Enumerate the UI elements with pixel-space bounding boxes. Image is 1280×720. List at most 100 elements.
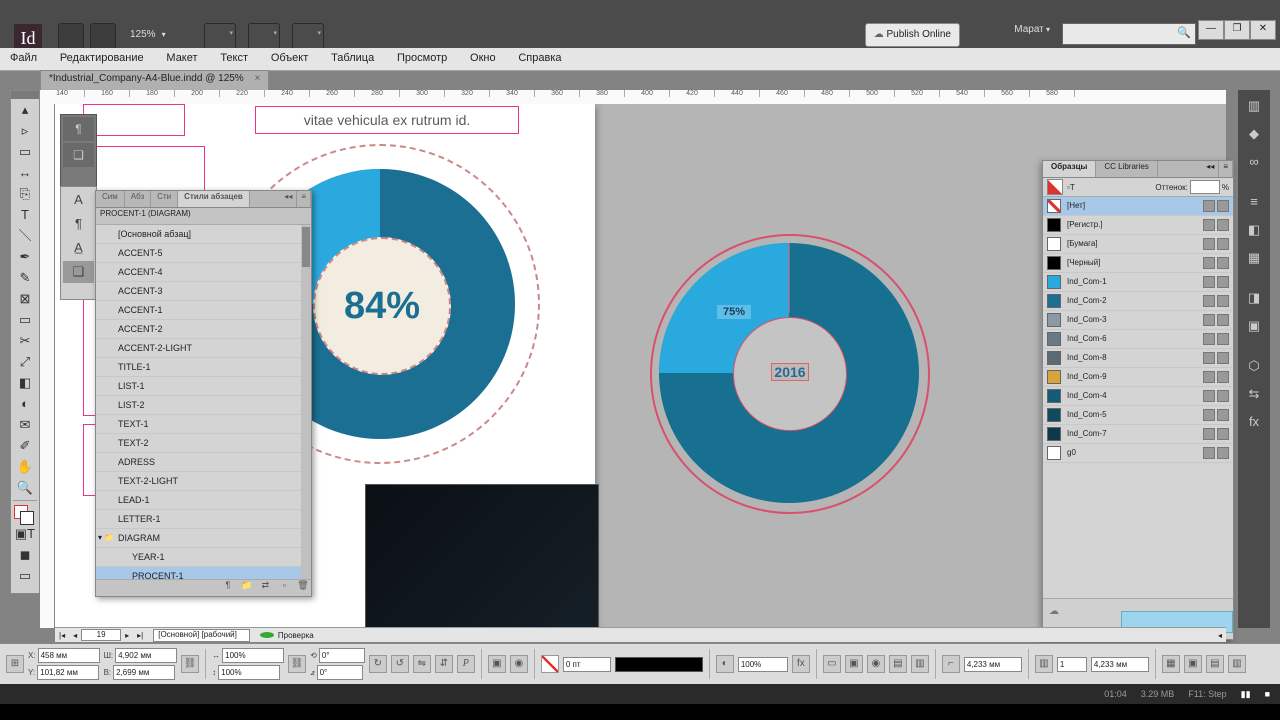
rotate-cw-icon[interactable]: ↻ — [369, 655, 387, 673]
style-row[interactable]: ACCENT-2-LIGHT — [96, 339, 311, 358]
ruler-vertical[interactable] — [40, 104, 55, 628]
color-panel-icon[interactable]: ◧ — [1240, 218, 1268, 242]
collapsed-panel-group-2[interactable]: A ¶ A̲ ❏ — [60, 186, 97, 300]
pages-panel-icon[interactable]: ▥ — [1240, 94, 1268, 118]
pen-tool[interactable]: ✒ — [12, 247, 38, 267]
pencil-tool[interactable]: ✎ — [12, 268, 38, 288]
style-row[interactable]: TEXT-2 — [96, 434, 311, 453]
menu-table[interactable]: Таблица — [321, 48, 384, 68]
content-collector-tool[interactable]: ⎘ — [12, 184, 38, 204]
align-panel-icon[interactable]: ⇆ — [1240, 382, 1268, 406]
stroke-style-dropdown[interactable] — [615, 657, 703, 672]
next-page-icon[interactable]: ▸ — [121, 631, 133, 640]
pause-icon[interactable]: ▮▮ — [1241, 689, 1251, 700]
new-style-icon[interactable]: ▫ — [276, 580, 292, 590]
constrain-scale-icon[interactable]: ⛓ — [288, 655, 306, 673]
gradient-panel-icon[interactable]: ◨ — [1240, 286, 1268, 310]
rotate-field[interactable]: 0° — [319, 648, 365, 663]
style-row[interactable]: YEAR-1 — [96, 548, 311, 567]
styles-list[interactable]: [Основной абзац]ACCENT-5ACCENT-4ACCENT-3… — [96, 225, 311, 579]
image-frame[interactable] — [365, 484, 599, 628]
menu-window[interactable]: Окно — [460, 48, 506, 68]
cloud-icon[interactable]: ☁ — [1049, 606, 1059, 617]
panel-grip[interactable] — [11, 91, 39, 99]
constrain-icon[interactable]: ⛓ — [181, 655, 199, 673]
w-field[interactable]: 4,902 мм — [115, 648, 177, 663]
textwrap-bbox-icon[interactable]: ▣ — [845, 655, 863, 673]
new-group-icon[interactable]: 📁 — [239, 580, 255, 591]
object-styles-panel-icon[interactable]: ▣ — [1240, 314, 1268, 338]
swatch-row[interactable]: [Регистр.] — [1043, 216, 1233, 235]
screen-mode-btn[interactable] — [248, 23, 280, 49]
swatch-row[interactable]: [Бумага] — [1043, 235, 1233, 254]
fill-proxy-icon[interactable] — [1047, 179, 1063, 195]
zoom-level[interactable]: 125% — [130, 24, 184, 46]
preflight-label[interactable]: Проверка — [274, 631, 318, 640]
y-field[interactable]: 101,82 мм — [37, 665, 99, 680]
panel-icon[interactable]: ¶ — [63, 117, 94, 141]
view-options-btn[interactable] — [204, 23, 236, 49]
style-row[interactable]: LEAD-1 — [96, 491, 311, 510]
close-tab-icon[interactable]: × — [254, 73, 260, 84]
style-row[interactable]: DIAGRAM — [96, 529, 311, 548]
text-frame[interactable]: vitae vehicula ex rutrum id. — [255, 106, 519, 134]
swatch-row[interactable]: [Черный] — [1043, 254, 1233, 273]
para-styles-icon[interactable]: ¶ — [63, 213, 94, 235]
corner-options-icon[interactable]: ⌐ — [942, 655, 960, 673]
style-row[interactable]: PROCENT-1 — [96, 567, 311, 579]
char-styles-icon[interactable]: A — [63, 189, 94, 211]
swatch-row[interactable]: Ind_Com-5 — [1043, 406, 1233, 425]
opacity-field[interactable]: 100% — [738, 657, 788, 672]
style-row[interactable]: ACCENT-4 — [96, 263, 311, 282]
flip-v-icon[interactable]: ⇵ — [435, 655, 453, 673]
swatch-row[interactable]: Ind_Com-8 — [1043, 349, 1233, 368]
swatch-list[interactable]: [Нет][Регистр.][Бумага][Черный]Ind_Com-1… — [1043, 197, 1233, 463]
menu-file[interactable]: Файл — [0, 48, 47, 68]
free-transform-tool[interactable]: ⤢ — [12, 352, 38, 372]
corner-radius-field[interactable]: 4,233 мм — [964, 657, 1022, 672]
columns-field[interactable]: 1 — [1057, 657, 1087, 672]
eyedropper-tool[interactable]: ✐ — [12, 436, 38, 456]
select-container-icon[interactable]: ▣ — [488, 655, 506, 673]
first-page-icon[interactable]: |◂ — [55, 631, 69, 640]
style-row[interactable]: LIST-2 — [96, 396, 311, 415]
help-search-input[interactable] — [1062, 23, 1196, 45]
delete-style-icon[interactable]: 🗑 — [295, 580, 311, 591]
line-tool[interactable]: ＼ — [12, 226, 38, 246]
menu-layout[interactable]: Макет — [156, 48, 207, 68]
gradient-feather-tool[interactable]: ◐ — [12, 394, 38, 414]
style-row[interactable]: [Основной абзац] — [96, 225, 311, 244]
object-styles-icon[interactable]: A̲ — [63, 237, 94, 259]
reference-point-icon[interactable]: ⊞ — [6, 655, 24, 673]
ruler-horizontal[interactable]: 1401601802002202402602803003203403603804… — [40, 90, 1226, 105]
select-content-icon[interactable]: ◉ — [510, 655, 528, 673]
note-tool[interactable]: ✉ — [12, 415, 38, 435]
swatch-row[interactable]: Ind_Com-1 — [1043, 273, 1233, 292]
scaley-field[interactable]: 100% — [218, 665, 280, 680]
clear-override-icon[interactable]: ¶ — [220, 580, 236, 590]
fill-stroke-proxy[interactable] — [12, 503, 38, 523]
type-tool[interactable]: T — [12, 205, 38, 225]
stroke-panel-icon[interactable]: ≡ — [1240, 190, 1268, 214]
master-dropdown[interactable]: [Основной] [рабочий] — [153, 629, 250, 642]
panel-menu-icon[interactable]: ≡ — [297, 191, 311, 207]
gutter-field[interactable]: 4,233 мм — [1091, 657, 1149, 672]
fitting-icon[interactable]: ▥ — [1228, 655, 1246, 673]
view-mode-btn-2[interactable] — [90, 23, 116, 49]
swatch-row[interactable]: Ind_Com-3 — [1043, 311, 1233, 330]
hand-tool[interactable]: ✋ — [12, 457, 38, 477]
zoom-tool[interactable]: 🔍 — [12, 478, 38, 498]
menu-type[interactable]: Текст — [210, 48, 258, 68]
swatch-row[interactable]: g0 — [1043, 444, 1233, 463]
close-button[interactable]: ✕ — [1250, 20, 1276, 40]
textwrap-none-icon[interactable]: ▭ — [823, 655, 841, 673]
swatch-row[interactable]: Ind_Com-2 — [1043, 292, 1233, 311]
shear-field[interactable]: 0° — [317, 665, 363, 680]
textwrap-shape-icon[interactable]: ◉ — [867, 655, 885, 673]
style-row[interactable]: ACCENT-5 — [96, 244, 311, 263]
style-row[interactable]: LETTER-1 — [96, 510, 311, 529]
panel-collapse-icon[interactable]: ◂◂ — [280, 191, 297, 207]
style-row[interactable]: LIST-1 — [96, 377, 311, 396]
rectangle-tool[interactable]: ▭ — [12, 310, 38, 330]
stroke-weight-field[interactable]: 0 пт — [563, 657, 611, 672]
